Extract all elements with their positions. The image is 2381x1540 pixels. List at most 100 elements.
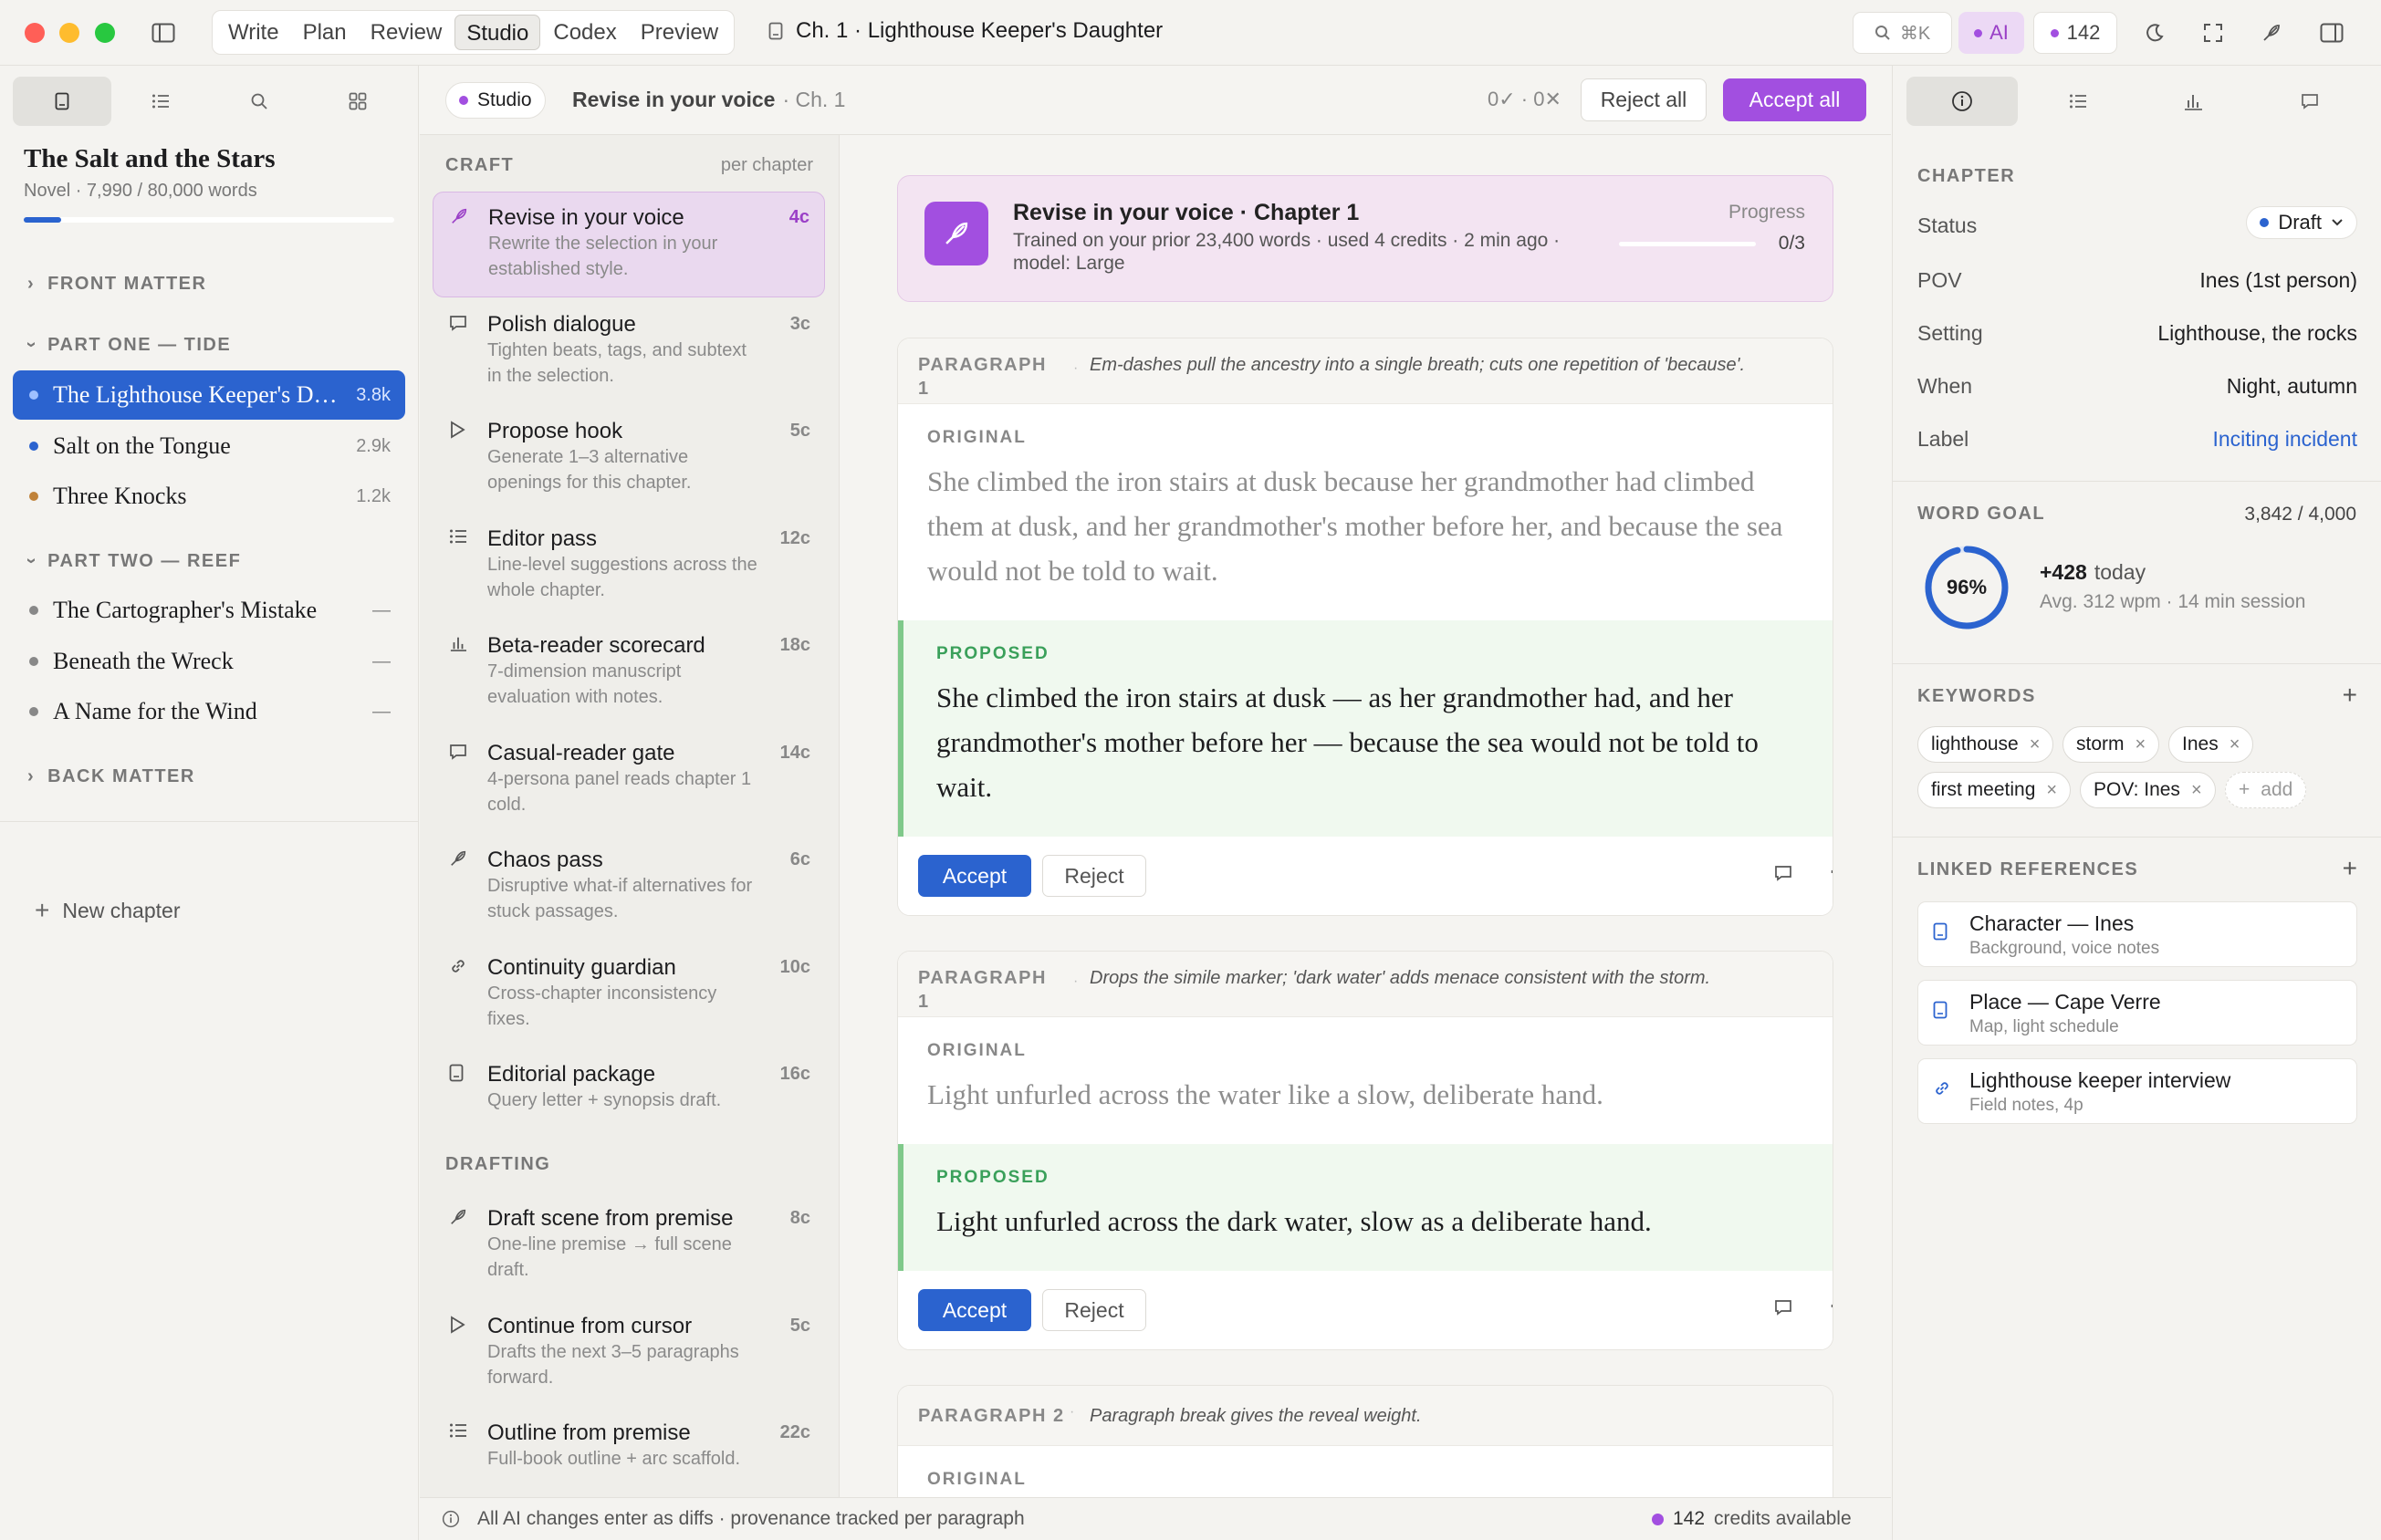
feather-icon <box>924 202 988 265</box>
tool-name: Revise in your voice <box>488 205 684 230</box>
remove-keyword-icon[interactable]: × <box>2191 780 2202 801</box>
add-reference-plus-icon[interactable]: + <box>2343 854 2357 883</box>
tool-item[interactable]: Revise in your voice Rewrite the selectio… <box>433 192 825 297</box>
proposed-label: PROPOSED <box>936 1168 1050 1187</box>
command-search-button[interactable]: ⌘K <box>1853 12 1952 54</box>
maximize-window-button[interactable] <box>95 23 115 43</box>
tool-item[interactable]: Chaos pass Disruptive what-if alternative… <box>433 835 825 935</box>
section-part-two[interactable]: › PART TWO — REEF <box>22 551 241 572</box>
chapter-item[interactable]: Beneath the Wreck — <box>13 637 405 686</box>
status-dot-icon <box>2260 218 2270 227</box>
keyword-text: lighthouse <box>1931 734 2019 754</box>
tool-item[interactable]: Polish dialogue Tighten beats, tags, and … <box>433 299 825 400</box>
mode-codex[interactable]: Codex <box>542 15 627 50</box>
sidebar-toggle-icon[interactable] <box>150 20 177 46</box>
mode-preview[interactable]: Preview <box>630 15 729 50</box>
remove-keyword-icon[interactable]: × <box>2230 734 2240 755</box>
title-bar: Write Plan Review Studio Codex Preview C… <box>0 0 2381 66</box>
credits-button[interactable]: 142 <box>2033 12 2117 54</box>
ai-toggle-button[interactable]: AI <box>1958 12 2024 54</box>
remove-keyword-icon[interactable]: × <box>2136 734 2146 755</box>
linked-reference[interactable]: Character — Ines Background, voice notes <box>1917 901 2357 967</box>
mode-plan[interactable]: Plan <box>292 15 358 50</box>
linked-reference[interactable]: Place — Cape Verre Map, light schedule <box>1917 980 2357 1046</box>
reject-all-button[interactable]: Reject all <box>1581 78 1707 121</box>
tool-item[interactable]: Continue from cursor Drafts the next 3–5 … <box>433 1301 825 1401</box>
keyword-chip[interactable]: Ines × <box>2168 726 2254 763</box>
pov-value[interactable]: Ines (1st person) <box>2199 268 2357 293</box>
remove-keyword-icon[interactable]: × <box>2030 734 2041 755</box>
tool-item[interactable]: Casual-reader gate 4-persona panel reads … <box>433 728 825 828</box>
accept-button[interactable]: Accept <box>918 1289 1031 1331</box>
mode-studio[interactable]: Studio <box>454 15 541 50</box>
tab-outline[interactable] <box>2022 77 2134 126</box>
chapter-item[interactable]: Salt on the Tongue 2.9k <box>13 421 405 471</box>
section-back-matter[interactable]: › BACK MATTER <box>27 766 195 787</box>
add-keyword-chip[interactable]: + add <box>2225 772 2307 808</box>
tool-name: Outline from premise <box>487 1420 691 1445</box>
setting-value[interactable]: Lighthouse, the rocks <box>2157 321 2357 346</box>
linked-reference[interactable]: Lighthouse keeper interview Field notes, … <box>1917 1058 2357 1124</box>
session-stats: Avg. 312 wpm · 14 min session <box>2040 591 2306 612</box>
accept-button[interactable]: Accept <box>918 855 1031 897</box>
project-progress-fill <box>24 217 61 223</box>
status-dropdown[interactable]: Draft <box>2246 206 2357 239</box>
chevron-down-icon: › <box>21 341 42 349</box>
accept-all-button[interactable]: Accept all <box>1723 78 1866 121</box>
feather-icon <box>449 1208 467 1226</box>
tab-manuscript[interactable] <box>13 77 111 126</box>
tab-grid[interactable] <box>308 77 407 126</box>
moon-icon[interactable] <box>2141 20 2168 46</box>
tool-item[interactable]: Editorial package Query letter + synopsis… <box>433 1049 825 1150</box>
proposed-text[interactable]: She climbed the iron stairs at dusk — as… <box>936 675 1803 809</box>
chapter-item[interactable]: The Lighthouse Keeper's Daughter 3.8k <box>13 370 405 420</box>
paragraph-note: Drops the simile marker; 'dark water' ad… <box>1090 968 1711 988</box>
close-window-button[interactable] <box>25 23 45 43</box>
toolbar-subtitle: · Ch. 1 <box>782 88 846 111</box>
tool-item[interactable]: Propose hook Generate 1–3 alternative ope… <box>433 406 825 506</box>
tab-comments[interactable] <box>2254 77 2365 126</box>
tool-item[interactable]: Continuity guardian Cross-chapter inconsi… <box>433 942 825 1043</box>
paragraph-label: PARAGRAPH 1 <box>918 968 1047 1012</box>
minimize-window-button[interactable] <box>59 23 79 43</box>
keyword-chip[interactable]: storm × <box>2062 726 2160 763</box>
tool-item[interactable]: Beta-reader scorecard 7-dimension manuscr… <box>433 620 825 721</box>
remove-keyword-icon[interactable]: × <box>2046 780 2057 801</box>
chapter-item[interactable]: A Name for the Wind — <box>13 687 405 736</box>
feather-icon[interactable] <box>2258 20 2285 46</box>
mode-write[interactable]: Write <box>217 15 290 50</box>
chapter-item[interactable]: The Cartographer's Mistake — <box>13 586 405 635</box>
diff-review-area: Revise in your voice · Chapter 1 Trained… <box>841 135 1891 1497</box>
mode-review[interactable]: Review <box>360 15 454 50</box>
fullscreen-icon[interactable] <box>2199 20 2227 46</box>
tool-description: Line-level suggestions across the whole … <box>487 554 757 600</box>
binder-sidebar: The Salt and the Stars Novel · 7,990 / 8… <box>0 66 419 1540</box>
tool-item[interactable]: Outline from premise Full-book outline + … <box>433 1408 825 1497</box>
label-value[interactable]: Inciting incident <box>2212 427 2357 452</box>
add-keyword-plus-icon[interactable]: + <box>2343 681 2357 710</box>
reject-button[interactable]: Reject <box>1042 855 1146 897</box>
when-value[interactable]: Night, autumn <box>2227 374 2357 399</box>
comment-icon[interactable] <box>1774 864 1792 882</box>
keyword-chip[interactable]: lighthouse × <box>1917 726 2054 763</box>
proposed-text[interactable]: Light unfurled across the dark water, sl… <box>936 1199 1803 1243</box>
keyword-chip[interactable]: POV: Ines × <box>2080 772 2216 808</box>
more-icon[interactable]: ⋯ <box>1829 1293 1833 1319</box>
section-front-matter[interactable]: › FRONT MATTER <box>27 274 206 295</box>
tool-item[interactable]: Editor pass Line-level suggestions across… <box>433 514 825 614</box>
tool-item[interactable]: Draft scene from premise One-line premise… <box>433 1193 825 1294</box>
reject-button[interactable]: Reject <box>1042 1289 1146 1331</box>
comment-icon[interactable] <box>1774 1298 1792 1316</box>
tab-info[interactable] <box>1906 77 2018 126</box>
new-chapter-button[interactable]: + New chapter <box>35 896 180 925</box>
tab-search[interactable] <box>210 77 308 126</box>
section-part-one[interactable]: › PART ONE — TIDE <box>22 335 231 356</box>
right-panel-toggle-icon[interactable] <box>2318 20 2345 46</box>
chapter-item[interactable]: Three Knocks 1.2k <box>13 472 405 521</box>
banner-title: Revise in your voice · Chapter 1 <box>1013 200 1360 225</box>
more-icon[interactable]: ⋯ <box>1829 858 1833 885</box>
chapter-name: Salt on the Tongue <box>53 432 231 459</box>
tab-outline[interactable] <box>111 77 210 126</box>
tab-stats[interactable] <box>2137 77 2249 126</box>
keyword-chip[interactable]: first meeting × <box>1917 772 2072 808</box>
